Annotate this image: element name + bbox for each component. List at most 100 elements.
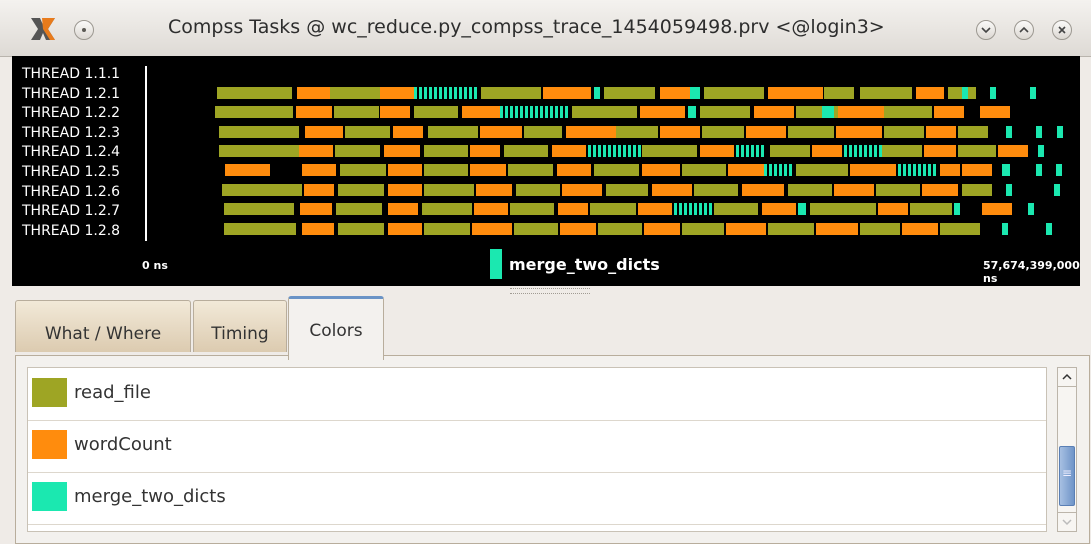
task-bar xyxy=(572,106,637,118)
scroll-thumb[interactable] xyxy=(1059,446,1075,506)
task-bar xyxy=(470,164,506,176)
task-bar xyxy=(555,106,558,118)
task-bar xyxy=(1056,164,1062,176)
task-bar xyxy=(762,203,796,215)
task-bar xyxy=(388,203,418,215)
task-bar xyxy=(565,106,568,118)
tab-what-where[interactable]: What / Where xyxy=(15,300,191,352)
legend-label: wordCount xyxy=(74,434,172,455)
task-bar xyxy=(540,106,543,118)
task-bar xyxy=(860,223,900,235)
task-bar xyxy=(1002,223,1008,235)
task-bar xyxy=(304,184,334,196)
task-bar xyxy=(1006,184,1012,196)
task-bar xyxy=(918,164,921,176)
task-bar xyxy=(958,145,996,157)
task-bar xyxy=(836,126,882,138)
task-bar xyxy=(338,223,384,235)
chevron-down-icon xyxy=(981,27,991,34)
close-button[interactable] xyxy=(1052,20,1072,40)
task-bar xyxy=(962,87,968,99)
task-bar xyxy=(746,126,786,138)
task-bar xyxy=(633,145,636,157)
task-bar xyxy=(449,87,452,99)
task-bar xyxy=(543,87,591,99)
task-bar xyxy=(746,145,749,157)
legend-row-merge-two-dicts[interactable]: merge_two_dicts xyxy=(28,472,1046,525)
task-bar xyxy=(674,203,677,215)
task-bar xyxy=(424,145,468,157)
task-bar xyxy=(300,203,332,215)
sticky-button[interactable] xyxy=(74,20,94,40)
task-bar xyxy=(962,184,992,196)
minimize-button[interactable] xyxy=(976,20,996,40)
color-swatch xyxy=(32,430,67,459)
task-bar xyxy=(305,126,343,138)
chevron-down-icon xyxy=(1062,519,1072,526)
task-bar xyxy=(469,87,472,99)
task-bar xyxy=(562,184,602,196)
task-bar xyxy=(859,145,862,157)
task-bar xyxy=(419,87,422,99)
task-bar xyxy=(652,184,692,196)
task-bar xyxy=(302,164,336,176)
task-bar xyxy=(225,164,270,176)
task-bar xyxy=(884,126,924,138)
task-bar xyxy=(594,87,600,99)
task-bar xyxy=(428,126,478,138)
task-bar xyxy=(768,87,823,99)
task-bar xyxy=(903,164,906,176)
task-bar xyxy=(345,126,390,138)
task-bar xyxy=(779,164,782,176)
task-bar xyxy=(510,203,554,215)
task-bar xyxy=(642,164,680,176)
task-bar xyxy=(598,223,642,235)
task-bar xyxy=(769,164,772,176)
scroll-up-button[interactable] xyxy=(1058,368,1076,387)
task-bar xyxy=(424,223,470,235)
task-timeline[interactable]: THREAD 1.1.1 THREAD 1.2.1 THREAD 1.2.2 THRE… xyxy=(12,56,1080,286)
task-bar xyxy=(444,87,447,99)
hover-color-swatch xyxy=(490,249,502,279)
task-bar xyxy=(934,106,964,118)
maximize-button[interactable] xyxy=(1014,20,1034,40)
task-bar xyxy=(940,164,960,176)
legend-row-wordcount[interactable]: wordCount xyxy=(28,420,1046,473)
task-bar xyxy=(535,106,538,118)
scroll-down-button[interactable] xyxy=(1058,512,1076,531)
tab-timing[interactable]: Timing xyxy=(193,300,287,352)
task-bar xyxy=(516,184,560,196)
task-bar xyxy=(926,126,956,138)
task-bar xyxy=(1036,164,1042,176)
task-bar xyxy=(476,184,512,196)
task-bar xyxy=(608,145,611,157)
task-bar xyxy=(709,203,712,215)
pane-splitter[interactable] xyxy=(510,288,590,294)
task-bar xyxy=(878,203,908,215)
trace-bars-canvas xyxy=(215,87,1063,235)
task-bar xyxy=(480,126,522,138)
task-bar xyxy=(334,106,379,118)
vertical-scrollbar[interactable] xyxy=(1057,367,1077,532)
task-bar xyxy=(700,106,750,118)
title-bar: Compss Tasks @ wc_reduce.py_compss_trace… xyxy=(0,0,1091,57)
task-bar xyxy=(380,87,414,99)
task-bar xyxy=(742,184,784,196)
task-bar xyxy=(299,145,333,157)
task-bar xyxy=(414,106,458,118)
task-bar xyxy=(644,223,680,235)
task-bar xyxy=(594,164,639,176)
tab-colors[interactable]: Colors xyxy=(288,296,384,360)
task-bar xyxy=(515,106,518,118)
task-bar xyxy=(756,145,759,157)
task-bar xyxy=(623,145,626,157)
legend-row-read-file[interactable]: read_file xyxy=(28,368,1046,421)
task-bar xyxy=(998,145,1028,157)
task-bar xyxy=(689,203,692,215)
task-bar xyxy=(500,106,503,118)
task-bar xyxy=(940,223,980,235)
task-bar xyxy=(638,203,672,215)
task-bar xyxy=(902,223,938,235)
task-bar xyxy=(660,87,690,99)
task-bar xyxy=(336,203,382,215)
